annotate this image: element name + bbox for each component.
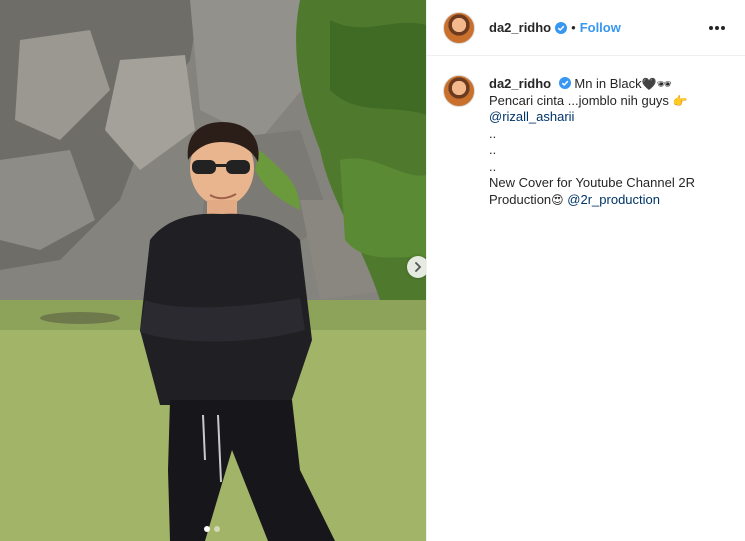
avatar[interactable] [443,11,475,44]
caption-spacer-1: .. [489,125,497,141]
carousel-indicator [204,526,220,532]
caption-line-2-emoji: 👉 [672,93,688,108]
mention-link-2[interactable]: @2r_production [567,192,660,207]
post-sidebar: da2_ridho • Follow da2_ridho Mn in Black… [426,0,745,541]
verified-badge-icon [558,77,571,89]
caption-line-1: Mn in Black [574,76,642,91]
caption-line-7: Production [489,191,552,207]
caption-line-6: New Cover for Youtube Channel 2R [489,175,695,190]
caption-comment: da2_ridho Mn in Black🖤🕶 Pencari cinta ..… [427,56,745,208]
post-container: da2_ridho • Follow da2_ridho Mn in Black… [0,0,745,541]
post-header: da2_ridho • Follow [427,0,745,56]
caption-line-1-emoji: 🖤🕶 [641,77,672,91]
caption-line-7-emoji: 😍 [551,192,564,207]
header-username[interactable]: da2_ridho [489,20,551,35]
caption-spacer-2: .. [489,142,497,157]
header-separator: • [571,20,576,35]
caption-line-2: Pencari cinta ...jomblo nih guys [489,92,669,108]
caption-avatar[interactable] [443,75,475,107]
follow-button[interactable]: Follow [580,20,621,35]
caption-text: da2_ridho Mn in Black🖤🕶 Pencari cinta ..… [489,76,729,208]
more-options-icon[interactable] [705,22,729,34]
carousel-dot [214,526,220,532]
next-arrow-icon [415,262,422,272]
caption-username[interactable]: da2_ridho [489,76,551,91]
carousel-next-button[interactable] [407,256,426,278]
post-photo [0,0,426,541]
mention-link-1[interactable]: @rizall_asharii [489,109,729,126]
caption-spacer-3: .. [489,158,497,174]
carousel-dot-active [204,526,210,532]
verified-badge-icon [555,21,568,34]
post-media[interactable] [0,0,426,541]
